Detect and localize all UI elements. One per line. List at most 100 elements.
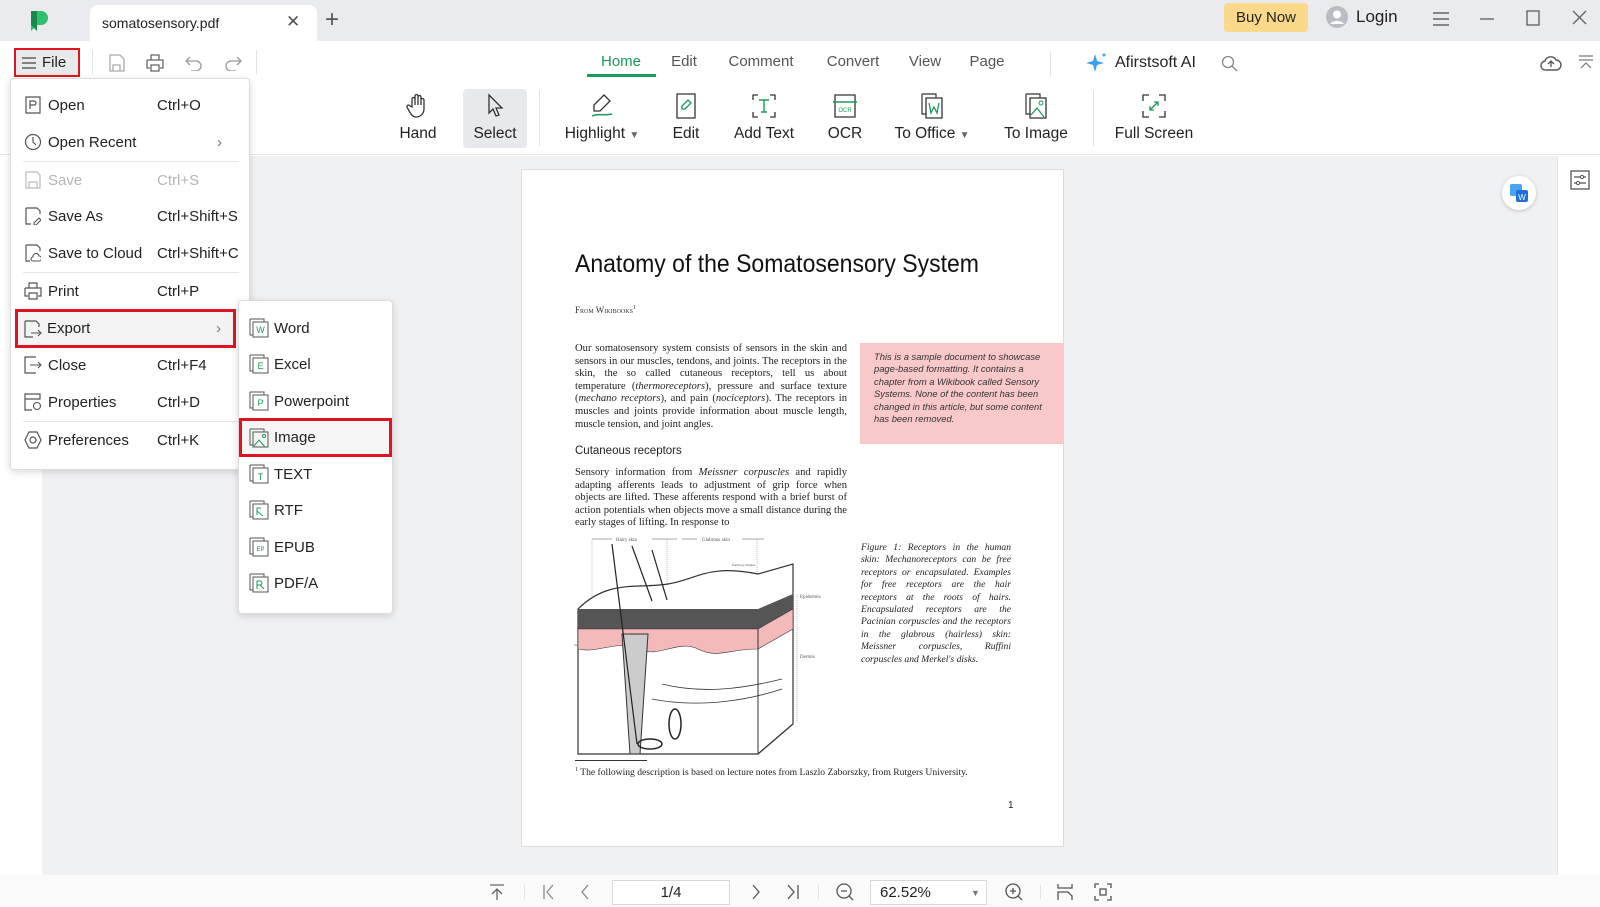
previous-page-icon[interactable] [574, 881, 596, 903]
page-number-input[interactable]: 1/4 [612, 880, 730, 905]
export-excel[interactable]: E Excel [241, 347, 391, 381]
next-page-icon[interactable] [745, 881, 767, 903]
close-tab-icon[interactable]: ✕ [286, 12, 300, 32]
export-pdfa[interactable]: PDF/A [241, 566, 391, 600]
svg-text:Papillary Ridges: Papillary Ridges [732, 563, 756, 567]
new-tab-icon[interactable]: + [325, 6, 339, 34]
menu-item-export[interactable]: Export › [15, 309, 236, 348]
sparkle-icon [1086, 53, 1106, 72]
full-screen-label: Full Screen [1114, 125, 1194, 142]
menu-item-close[interactable]: Close Ctrl+F4 [17, 348, 243, 382]
zoom-in-icon[interactable] [1003, 881, 1025, 903]
search-icon[interactable] [1221, 55, 1238, 72]
file-menu: Open Ctrl+O Open Recent › Save Ctrl+S Save … [10, 78, 250, 470]
menu-item-open[interactable]: Open Ctrl+O [17, 88, 243, 122]
fit-page-icon[interactable] [1092, 881, 1114, 903]
svg-text:T: T [258, 472, 264, 482]
ocr-button[interactable]: OCR OCR [813, 89, 877, 148]
edit-tool-button[interactable]: Edit [654, 89, 718, 148]
export-epub[interactable]: EP EPUB [241, 530, 391, 564]
svg-text:Glabrous skin: Glabrous skin [702, 538, 730, 543]
full-screen-button[interactable]: Full Screen [1109, 89, 1199, 148]
tab-edit[interactable]: Edit [671, 53, 697, 70]
export-powerpoint[interactable]: P Powerpoint [241, 384, 391, 418]
menu-item-print[interactable]: Print Ctrl+P [17, 274, 243, 308]
menu-item-save[interactable]: Save Ctrl+S [17, 163, 243, 197]
pdf-page: Anatomy of the Somatosensory System From… [521, 169, 1064, 847]
export-submenu: W Word E Excel P Powerpoint Image T TEXT RTF… [238, 300, 393, 614]
to-office-button[interactable]: To Office ▼ [887, 89, 977, 148]
right-panel [1557, 156, 1600, 875]
svg-text:OCR: OCR [838, 108, 852, 114]
cursor-arrow-icon [488, 93, 504, 117]
menu-item-properties[interactable]: Properties Ctrl+D [17, 385, 243, 419]
translate-button[interactable]: W [1502, 176, 1536, 210]
buy-now-button[interactable]: Buy Now [1224, 3, 1308, 32]
section-heading: Cutaneous receptors [575, 445, 682, 457]
pdfa-icon [249, 573, 269, 593]
maximize-icon[interactable] [1526, 10, 1541, 26]
image-document-icon [1025, 93, 1047, 119]
tab-convert[interactable]: Convert [827, 53, 880, 70]
highlight-label: Highlight [564, 125, 626, 142]
document-tab[interactable]: somatosensory.pdf ✕ [90, 5, 317, 41]
fit-width-icon[interactable] [1054, 881, 1076, 903]
file-menu-button[interactable]: File [14, 48, 80, 77]
menu-item-save-as[interactable]: Save As Ctrl+Shift+S [17, 199, 243, 233]
to-image-button[interactable]: To Image [996, 89, 1076, 148]
tab-view[interactable]: View [909, 53, 941, 70]
scroll-to-top-icon[interactable] [486, 881, 508, 903]
svg-text:E: E [257, 361, 263, 371]
title-bar: somatosensory.pdf ✕ + Buy Now Login [0, 0, 1600, 41]
user-avatar-icon [1326, 6, 1348, 28]
first-page-icon[interactable] [538, 881, 560, 903]
close-window-icon[interactable] [1572, 10, 1587, 25]
tab-comment[interactable]: Comment [728, 53, 793, 70]
login-button[interactable]: Login [1326, 6, 1398, 28]
svg-text:Epidermis: Epidermis [800, 595, 821, 600]
dropdown-arrow-icon[interactable]: ▼ [960, 130, 970, 141]
svg-text:Dermis: Dermis [800, 655, 815, 660]
to-office-label: To Office [894, 125, 956, 142]
ocr-label: OCR [827, 125, 863, 142]
zoom-out-icon[interactable] [834, 881, 856, 903]
ai-label: Afirstsoft AI [1115, 54, 1196, 71]
select-tool-button[interactable]: Select [463, 89, 527, 148]
gear-icon [23, 431, 43, 449]
zoom-level-value: 62.52% [880, 884, 931, 901]
tab-page[interactable]: Page [969, 53, 1004, 70]
tab-home[interactable]: Home [601, 53, 641, 70]
skin-receptors-figure: Hairy skin Glabrous skin Papillary Ridge… [574, 538, 821, 755]
export-word[interactable]: W Word [241, 311, 391, 345]
svg-text:W: W [1518, 193, 1526, 202]
redo-icon[interactable] [224, 55, 242, 71]
highlight-tool-button[interactable]: Highlight ▼ [557, 89, 647, 148]
add-text-button[interactable]: Add Text [728, 89, 800, 148]
export-image[interactable]: Image [239, 418, 392, 457]
menu-item-open-recent[interactable]: Open Recent › [17, 125, 243, 159]
collapse-ribbon-icon[interactable] [1578, 54, 1594, 70]
export-text[interactable]: T TEXT [241, 457, 391, 491]
zoom-level-select[interactable]: 62.52% ▼ [870, 880, 987, 905]
menu-item-preferences[interactable]: Preferences Ctrl+K [17, 423, 243, 457]
dropdown-arrow-icon[interactable]: ▼ [629, 130, 639, 141]
print-icon[interactable] [146, 54, 164, 72]
save-cloud-icon [23, 244, 43, 262]
ocr-icon: OCR [833, 94, 857, 118]
ai-assistant-button[interactable]: Afirstsoft AI [1085, 52, 1196, 74]
chevron-down-icon: ▼ [971, 887, 980, 898]
hand-label: Hand [399, 125, 437, 142]
export-rtf[interactable]: RTF [241, 493, 391, 527]
save-icon[interactable] [108, 54, 125, 72]
undo-icon[interactable] [185, 55, 203, 71]
hamburger-menu-icon[interactable] [1432, 11, 1450, 27]
document-source: From Wikibooks1 [575, 305, 636, 315]
minimize-icon[interactable] [1479, 11, 1495, 27]
cloud-upload-icon[interactable] [1540, 53, 1562, 73]
last-page-icon[interactable] [782, 881, 804, 903]
menu-item-save-to-cloud[interactable]: Save to Cloud Ctrl+Shift+C [17, 236, 243, 270]
hand-tool-button[interactable]: Hand [386, 89, 450, 148]
epub-icon: EP [249, 537, 269, 557]
properties-panel-icon[interactable] [1570, 170, 1590, 190]
footnote-rule [575, 760, 647, 761]
